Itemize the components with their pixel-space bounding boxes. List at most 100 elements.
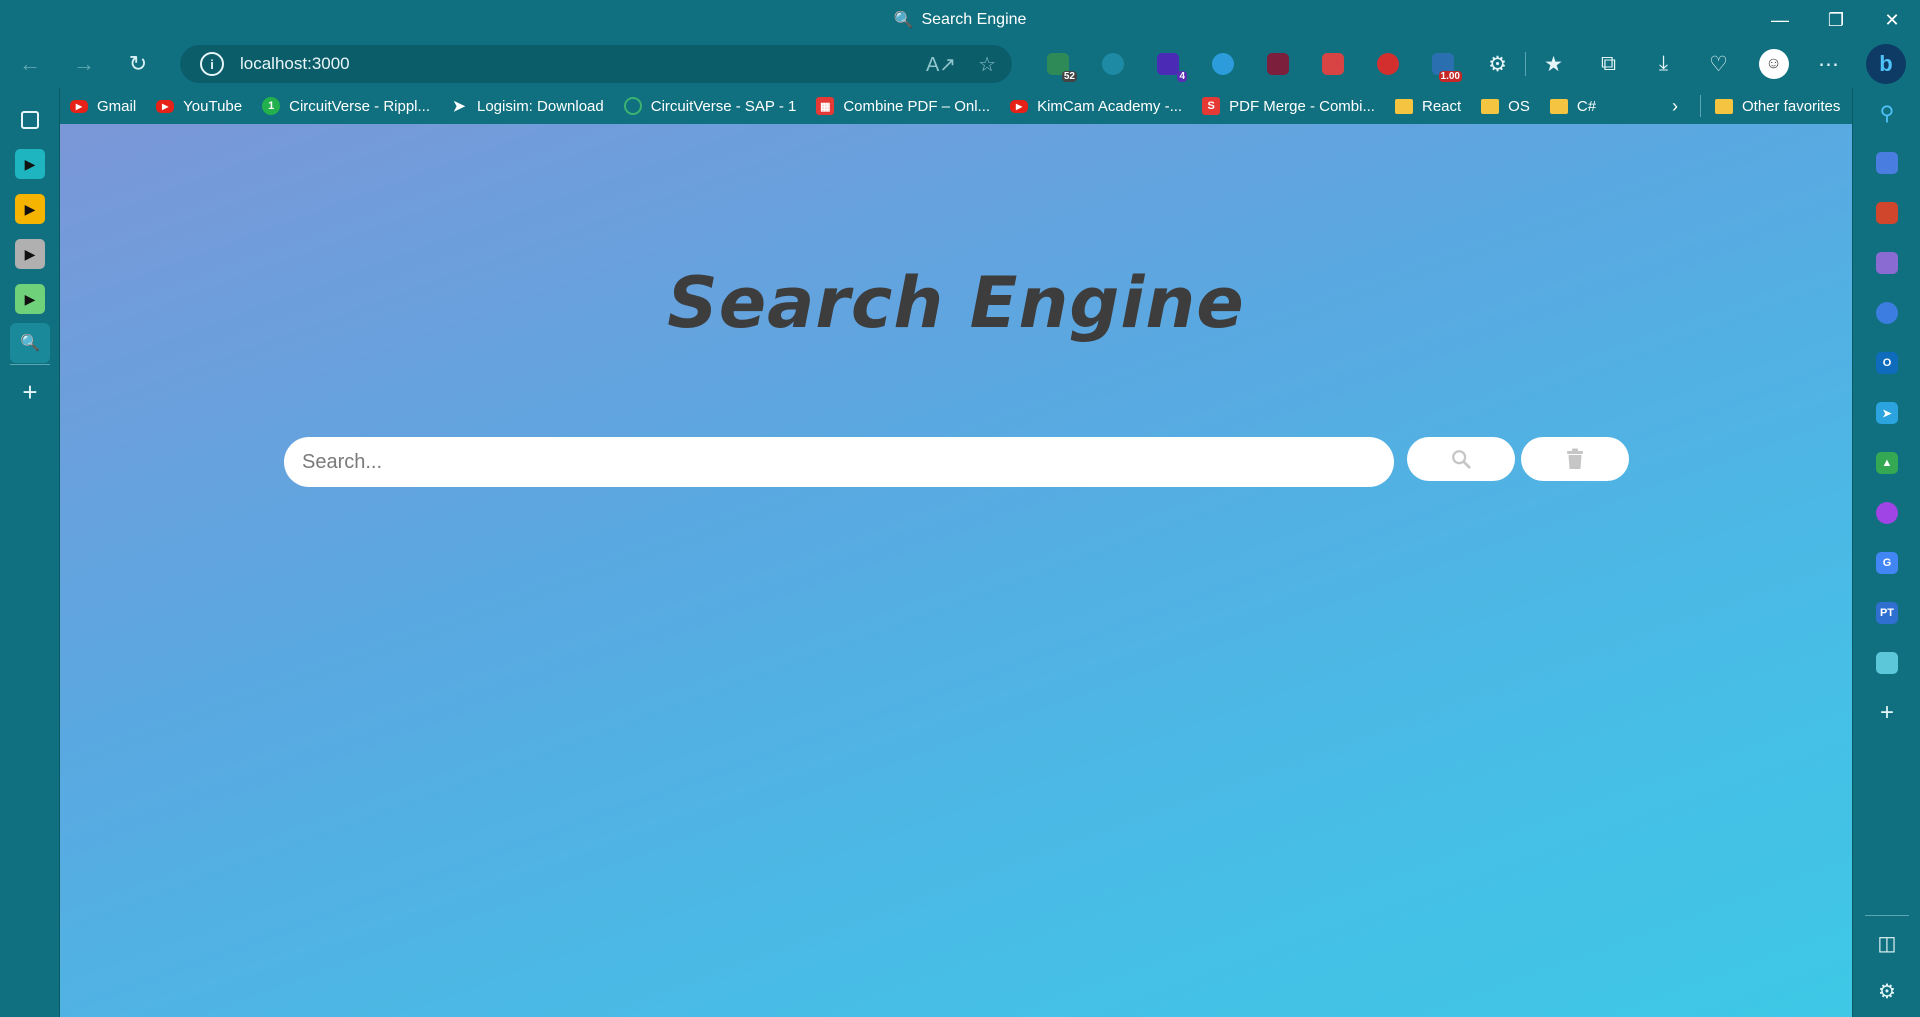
youtube-icon: ▶ — [156, 99, 175, 113]
pdf-icon: ▦ — [816, 97, 835, 115]
profile-icon[interactable]: ☺ — [1746, 40, 1801, 88]
favorite-combine-pdf[interactable]: ▦ Combine PDF – Onl... — [806, 91, 1000, 121]
close-icon[interactable]: ✕ — [1864, 0, 1920, 40]
more-options-icon[interactable]: ⋯ — [1801, 40, 1856, 88]
window-title: 🔍 Search Engine — [894, 10, 1027, 30]
folder-icon — [1549, 98, 1568, 114]
favorite-folder-os[interactable]: OS — [1471, 91, 1540, 121]
wordtune-icon[interactable] — [1872, 648, 1902, 678]
folder-icon — [1481, 98, 1500, 114]
telegram-icon[interactable]: ➤ — [1872, 398, 1902, 428]
address-bar-actions: A↗ ☆ — [926, 45, 996, 83]
settings-gear-icon[interactable]: ⚙ — [1872, 976, 1902, 1006]
magnifier-icon: 🔍 — [893, 12, 914, 29]
hide-sidebar-icon[interactable]: ◫ — [1872, 928, 1902, 958]
tab-search-engine[interactable]: 🔍 — [10, 323, 50, 363]
back-icon[interactable]: ← — [6, 44, 54, 84]
read-aloud-icon[interactable]: A↗ — [926, 52, 956, 77]
vertical-tabs-panel: ▶ ▶ ▶ ▶ 🔍 + — [0, 88, 60, 1017]
google-drive-icon[interactable]: ▲ — [1872, 448, 1902, 478]
search-icon — [1452, 450, 1471, 469]
avatar: ☺ — [1758, 49, 1789, 79]
play-icon: ▶ — [15, 194, 45, 224]
tools-icon[interactable] — [1872, 198, 1902, 228]
favorites-bar: ▶ Gmail ▶ YouTube 1 CircuitVerse - Rippl...… — [60, 88, 1850, 124]
trash-icon — [1567, 448, 1583, 469]
favorite-circuitverse-ripple[interactable]: 1 CircuitVerse - Rippl... — [252, 91, 440, 121]
games-icon[interactable] — [1872, 248, 1902, 278]
search-input[interactable] — [284, 437, 1394, 487]
search-button[interactable] — [1407, 437, 1515, 481]
pt-icon[interactable]: PT — [1872, 598, 1902, 628]
copilot-icon[interactable] — [1872, 298, 1902, 328]
address-bar[interactable]: i localhost:3000 A↗ ☆ — [180, 45, 1012, 83]
chevron-right-icon[interactable]: › — [1660, 91, 1690, 121]
new-tab-icon[interactable]: + — [10, 372, 50, 412]
favorite-gmail[interactable]: ▶ Gmail — [60, 91, 146, 121]
extension-cube-icon[interactable]: 4 — [1140, 40, 1195, 88]
favorite-youtube[interactable]: ▶ YouTube — [146, 91, 252, 121]
extension-vv-icon[interactable] — [1360, 40, 1415, 88]
tab-video-1[interactable]: ▶ — [10, 144, 50, 184]
page-title: Search Engine — [667, 262, 1245, 344]
clear-button[interactable] — [1521, 437, 1629, 481]
circuitverse-icon: 1 — [262, 97, 281, 115]
add-sidebar-app-icon[interactable]: + — [1872, 698, 1902, 728]
search-icon[interactable]: ⚲ — [1872, 98, 1902, 128]
favorite-pdf-merge[interactable]: S PDF Merge - Combi... — [1192, 91, 1385, 121]
downloads-icon[interactable]: ⤓ — [1636, 40, 1691, 88]
favorite-folder-csharp[interactable]: C# — [1540, 91, 1606, 121]
tab-video-4[interactable]: ▶ — [10, 279, 50, 319]
extension-evernote-icon[interactable]: 52 — [1030, 40, 1085, 88]
play-icon: ▶ — [15, 149, 45, 179]
page-content: Search Engine — [60, 124, 1852, 1017]
magnifier-icon: 🔍 — [20, 335, 40, 352]
outlook-icon[interactable]: O — [1872, 348, 1902, 378]
play-icon: ▶ — [15, 284, 45, 314]
extension-puzzle-red-icon[interactable] — [1305, 40, 1360, 88]
minimize-icon[interactable]: — — [1752, 0, 1808, 40]
folder-icon — [1394, 98, 1413, 114]
play-icon: ▶ — [15, 239, 45, 269]
favorites-divider — [1700, 95, 1701, 117]
collections-icon[interactable]: ⧉ — [1581, 40, 1636, 88]
google-translate-icon[interactable]: G — [1872, 548, 1902, 578]
window-controls: — ❐ ✕ — [1752, 0, 1920, 40]
shopping-tag-icon[interactable] — [1872, 148, 1902, 178]
folder-icon — [1715, 98, 1733, 114]
chatbot-icon[interactable] — [1872, 498, 1902, 528]
browser-essentials-icon[interactable]: ♡ — [1691, 40, 1746, 88]
restore-icon[interactable]: ❐ — [1808, 0, 1864, 40]
smallpdf-icon: S — [1202, 97, 1221, 115]
favorite-other-favorites[interactable]: Other favorites — [1705, 91, 1850, 121]
tab-video-3[interactable]: ▶ — [10, 234, 50, 274]
favorite-circuitverse-sap[interactable]: CircuitVerse - SAP - 1 — [614, 91, 807, 121]
navigation-bar: ← → ↻ i localhost:3000 A↗ ☆ 52 4 1.00 ⚙ … — [0, 40, 1920, 88]
tab-actions-icon[interactable] — [10, 100, 50, 140]
title-bar: 🔍 Search Engine — ❐ ✕ — [0, 0, 1920, 40]
youtube-icon: ▶ — [1010, 99, 1029, 113]
favorite-logisim[interactable]: ➤ Logisim: Download — [440, 91, 614, 121]
globe-icon — [623, 97, 642, 115]
address-url[interactable]: localhost:3000 — [240, 54, 350, 74]
extension-swirl-icon[interactable] — [1085, 40, 1140, 88]
logisim-icon: ➤ — [452, 98, 466, 115]
favorites-icon[interactable]: ★ — [1526, 40, 1581, 88]
tabs-divider — [10, 364, 50, 365]
extension-edge-dev-icon[interactable] — [1195, 40, 1250, 88]
extension-video-speed-icon[interactable]: 1.00 — [1415, 40, 1470, 88]
window-title-text: Search Engine — [921, 11, 1027, 28]
forward-icon[interactable]: → — [60, 44, 108, 84]
youtube-icon: ▶ — [70, 99, 88, 113]
tab-video-2[interactable]: ▶ — [10, 189, 50, 229]
favorite-folder-react[interactable]: React — [1385, 91, 1471, 121]
sidebar-divider — [1865, 915, 1909, 916]
extension-screen-icon[interactable] — [1250, 40, 1305, 88]
right-sidebar: ⚲ O ➤ ▲ G PT + ◫ ⚙ — [1852, 88, 1920, 1017]
site-info-icon[interactable]: i — [200, 52, 224, 76]
favorite-star-icon[interactable]: ☆ — [978, 52, 996, 77]
refresh-icon[interactable]: ↻ — [114, 44, 162, 84]
favorite-kimcam[interactable]: ▶ KimCam Academy -... — [1000, 91, 1192, 121]
bing-copilot-icon[interactable]: b — [1866, 44, 1906, 84]
extensions-puzzle-icon[interactable]: ⚙ — [1470, 40, 1525, 88]
